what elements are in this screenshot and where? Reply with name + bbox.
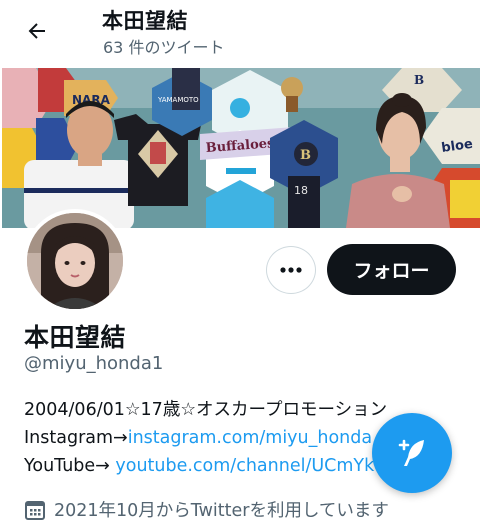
joined-text: 2021年10月からTwitterを利用しています bbox=[54, 501, 389, 521]
profile-handle: @miyu_honda1 bbox=[24, 353, 164, 374]
compose-tweet-button[interactable] bbox=[372, 413, 452, 493]
joined-date: 2021年10月からTwitterを利用しています bbox=[24, 497, 389, 522]
banner-text-logo: B bbox=[300, 148, 311, 163]
profile-name: 本田望結 bbox=[24, 323, 127, 352]
top-bar: 本田望結 63 件のツイート bbox=[0, 0, 480, 62]
profile-banner[interactable]: NARA YAMAMOTO Buffaloes Bu 18 B B bloe bbox=[2, 68, 480, 228]
compose-tweet-icon bbox=[398, 439, 424, 466]
banner-text-jersey: 18 bbox=[294, 184, 308, 197]
banner-image: NARA YAMAMOTO Buffaloes Bu 18 B B bloe bbox=[2, 68, 480, 228]
back-arrow-icon bbox=[28, 23, 45, 39]
youtube-link[interactable]: youtube.com/channel/UCmYk bbox=[115, 456, 374, 476]
instagram-prefix: Instagram→ bbox=[24, 428, 128, 448]
svg-text:B: B bbox=[414, 73, 424, 87]
back-button[interactable] bbox=[18, 13, 56, 49]
youtube-prefix: YouTube→ bbox=[24, 456, 116, 476]
banner-text-yamamoto: YAMAMOTO bbox=[157, 96, 199, 104]
profile-avatar[interactable] bbox=[23, 209, 127, 313]
more-dots-icon bbox=[280, 267, 302, 273]
header-title: 本田望結 bbox=[102, 9, 188, 33]
calendar-icon bbox=[25, 500, 45, 520]
follow-button[interactable]: フォロー bbox=[327, 244, 456, 295]
avatar-image bbox=[27, 213, 123, 309]
more-options-button[interactable] bbox=[266, 246, 316, 294]
instagram-link[interactable]: instagram.com/miyu_honda bbox=[128, 428, 372, 448]
tweet-count: 63 件のツイート bbox=[103, 38, 225, 57]
